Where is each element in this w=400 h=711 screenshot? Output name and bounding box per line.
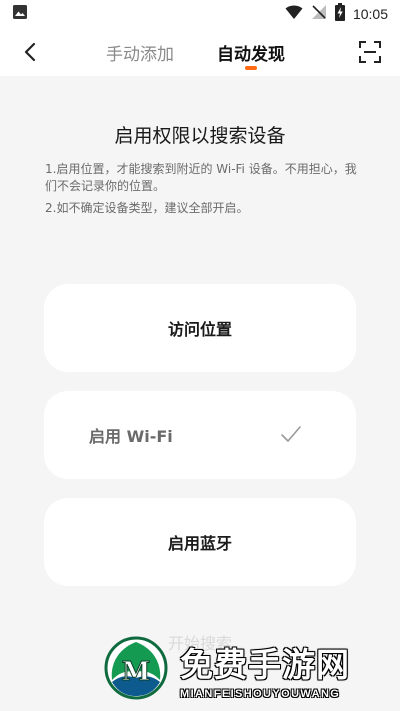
watermark-logo-icon: M <box>104 636 168 700</box>
watermark-title: 免费手游网 <box>180 645 350 684</box>
gallery-icon <box>12 4 28 24</box>
wifi-card-label: 启用 Wi-Fi <box>89 427 173 446</box>
header: 手动添加 自动发现 <box>0 28 400 76</box>
wifi-icon <box>285 4 303 24</box>
scan-icon <box>359 41 381 63</box>
battery-charging-icon <box>334 3 345 25</box>
status-time: 10:05 <box>352 6 388 22</box>
location-permission-card[interactable]: 访问位置 <box>44 284 356 372</box>
no-signal-icon <box>311 4 327 24</box>
bluetooth-permission-card[interactable]: 启用蓝牙 <box>44 498 356 586</box>
check-icon <box>281 426 301 442</box>
watermark-subtitle: MIANFEISHOUYOUWANG <box>180 688 341 700</box>
scan-button[interactable] <box>358 40 382 64</box>
page-title: 启用权限以搜索设备 <box>114 125 286 147</box>
location-card-label: 访问位置 <box>167 320 232 339</box>
description-location: 1.启用位置，才能搜索到附近的 Wi-Fi 设备。不用担心，我们不会记录你的位置… <box>45 162 357 193</box>
status-bar: 10:05 <box>0 0 400 28</box>
bluetooth-card-label: 启用蓝牙 <box>167 534 232 553</box>
watermark: M 免费手游网 MIANFEISHOUYOUWANG <box>104 636 394 708</box>
tab-manual-add[interactable]: 手动添加 <box>106 40 174 65</box>
wifi-permission-card[interactable]: 启用 Wi-Fi <box>44 391 356 479</box>
back-button[interactable] <box>16 38 44 66</box>
watermark-logo-letter: M <box>122 657 151 687</box>
description-device-type: 2.如不确定设备类型，建议全部开启。 <box>45 201 249 215</box>
active-tab-indicator <box>245 66 257 70</box>
chevron-left-icon <box>24 42 36 62</box>
tab-auto-discover[interactable]: 自动发现 <box>217 40 285 65</box>
